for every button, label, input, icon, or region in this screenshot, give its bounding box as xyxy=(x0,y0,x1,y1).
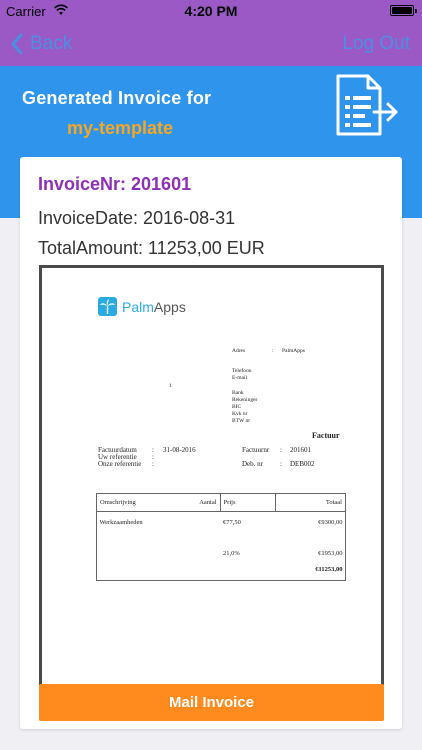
invoice-number: InvoiceNr: 201601 xyxy=(38,174,192,194)
status-bar: Carrier 4:20 PM xyxy=(0,0,422,22)
vat-percentage: 21,0% xyxy=(223,550,240,557)
template-name: my-template xyxy=(67,118,174,138)
kvk-label: Kvk nr xyxy=(232,411,248,417)
header-title: Generated Invoice for xyxy=(22,88,212,108)
column-header: Omschrijving xyxy=(96,493,167,512)
battery-icon xyxy=(390,5,417,16)
item-total: €9300,00 xyxy=(318,519,343,527)
mail-invoice-button[interactable]: Mail Invoice xyxy=(39,684,384,721)
document-title: Factuur xyxy=(312,431,340,440)
items-table: Omschrijving Aantal Prijs Totaal Werkzaa… xyxy=(96,493,346,578)
palmapps-logo: PalmApps xyxy=(98,297,186,316)
chevron-left-icon xyxy=(11,33,23,55)
item-price: €77,50 xyxy=(223,519,241,527)
bic-label: BIC xyxy=(232,404,242,410)
table-row: Werkzaamheden €77,50 €9300,00 xyxy=(97,512,346,528)
pdf-page: PalmApps Adres : PalmApps Telefoon E-mai… xyxy=(42,268,381,685)
invoice-pdf-preview[interactable]: PalmApps Adres : PalmApps Telefoon E-mai… xyxy=(39,265,384,685)
onze-referentie-label: Onze referentie xyxy=(98,460,142,468)
telefoon-label: Telefoon xyxy=(232,368,252,374)
adres-sep: : xyxy=(272,348,274,354)
invoice-date: InvoiceDate: 2016-08-31 xyxy=(38,208,236,228)
onze-referentie-sep: : xyxy=(152,460,154,468)
adres-value: PalmApps xyxy=(282,348,305,354)
grand-total: €11253,00 xyxy=(315,566,343,573)
factuurnr-sep: : xyxy=(280,446,282,454)
email-label: E-mail xyxy=(232,375,247,381)
invoice-total: TotalAmount: 11253,00 EUR xyxy=(38,238,265,258)
bank-label: Bank xyxy=(232,390,244,396)
debnr-value: DEB002 xyxy=(290,460,315,468)
column-header: Prijs xyxy=(219,493,277,512)
back-button[interactable]: Back xyxy=(10,31,72,57)
factuurnr-value: 201601 xyxy=(290,446,311,454)
vat-total: €1953,00 xyxy=(318,550,343,557)
vat-row: 21,0% €1953,00 xyxy=(97,546,346,562)
brand-name: PalmApps xyxy=(122,298,186,315)
debnr-sep: : xyxy=(280,460,282,468)
adres-label: Adres xyxy=(232,348,246,354)
grand-total-row: €11253,00 xyxy=(97,562,346,578)
invoice-export-icon xyxy=(336,74,398,136)
invoice-card: InvoiceNr: 201601 InvoiceDate: 2016-08-3… xyxy=(20,157,402,729)
column-header: Aantal xyxy=(166,493,221,512)
back-label: Back xyxy=(30,33,73,54)
clock: 4:20 PM xyxy=(184,3,238,19)
palm-tree-icon xyxy=(98,297,117,316)
logout-button[interactable]: Log Out xyxy=(342,33,410,55)
debnr-label: Deb. nr xyxy=(242,460,263,468)
item-description: Werkzaamheden xyxy=(99,519,143,527)
rekeninger-label: Rekeninger xyxy=(232,397,258,403)
btw-label: BTW nr xyxy=(232,418,251,424)
table-header-row: Omschrijving Aantal Prijs Totaal xyxy=(96,493,346,512)
navigation-bar: Carrier 4:20 PM Back Log Out xyxy=(0,0,422,66)
column-header: Totaal xyxy=(275,493,346,512)
factuurdatum-value: 31-08-2016 xyxy=(163,446,196,454)
address-marker: 1 xyxy=(169,383,172,389)
factuurnr-label: Factuurnr xyxy=(242,446,270,454)
